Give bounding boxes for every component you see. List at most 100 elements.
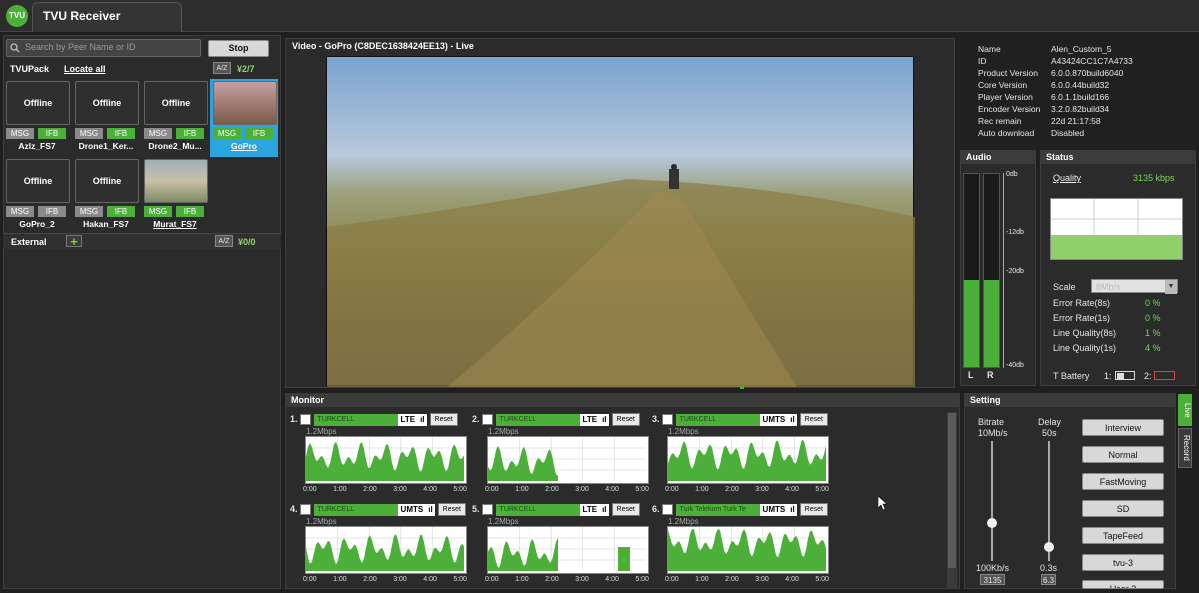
modem-enable-checkbox[interactable] <box>300 504 312 515</box>
bitrate-slider-handle[interactable] <box>987 517 997 528</box>
modem-enable-checkbox[interactable] <box>662 414 674 425</box>
network-type: UMTS <box>397 503 427 516</box>
time-tick: 4:00 <box>423 576 437 583</box>
sort-az-button[interactable]: A/Z <box>213 62 231 74</box>
time-axis: 0:00 1:00 2:00 3:00 4:00 5:00 <box>665 486 829 493</box>
msg-button[interactable]: MSG <box>75 206 103 217</box>
modem-bandwidth-graph <box>667 436 829 484</box>
bandwidth-bars <box>668 437 826 481</box>
peer-name: GoPro <box>231 141 257 151</box>
peer-tile[interactable]: Offline MSG IFB Drone2_Mu... <box>144 81 208 151</box>
preset-tapefeed-button[interactable]: TapeFeed <box>1082 527 1164 544</box>
ifb-button[interactable]: IFB <box>176 128 204 139</box>
delay-value[interactable]: 6.3 <box>1041 574 1056 585</box>
msg-button[interactable]: MSG <box>75 128 103 139</box>
ifb-button[interactable]: IFB <box>107 206 135 217</box>
time-tick: 0:00 <box>665 576 679 583</box>
time-tick: 1:00 <box>695 576 709 583</box>
network-type: UMTS <box>759 503 789 516</box>
status-header: Status <box>1040 150 1196 164</box>
info-list: Name Alen_Custom_5 ID A43424CC1C7A4733 Pro… <box>978 43 1193 139</box>
time-tick: 2:00 <box>545 486 559 493</box>
preset-sd-button[interactable]: SD <box>1082 500 1164 517</box>
signal-bars-icon: ıl <box>426 503 435 516</box>
peer-tile[interactable]: MSG IFB Murat_FS7 <box>144 159 208 229</box>
time-tick: 3:00 <box>755 486 769 493</box>
ifb-button[interactable]: IFB <box>38 206 66 217</box>
msg-button[interactable]: MSG <box>144 206 172 217</box>
peer-tile[interactable]: Offline MSG IFB Azlz_FS7 <box>6 81 70 151</box>
video-header: Video - GoPro (C8DEC1638424EE13) - Live <box>292 41 474 51</box>
preset-normal-button[interactable]: Normal <box>1082 446 1164 463</box>
bandwidth-bars <box>306 437 464 481</box>
msg-button[interactable]: MSG <box>6 128 34 139</box>
msg-button[interactable]: MSG <box>6 206 34 217</box>
modem-enable-checkbox[interactable] <box>482 504 494 515</box>
quality-fill <box>1051 235 1182 259</box>
tab-record[interactable]: Record <box>1178 428 1192 468</box>
time-tick: 4:00 <box>605 486 619 493</box>
external-label: External <box>11 237 47 247</box>
reset-button[interactable]: Reset <box>799 413 828 426</box>
battery1-label: 1: <box>1104 371 1112 381</box>
bitrate-slider-track[interactable] <box>991 441 993 561</box>
modem-enable-checkbox[interactable] <box>662 504 674 515</box>
ifb-button[interactable]: IFB <box>176 206 204 217</box>
preset-user2-button[interactable]: User 2 <box>1082 580 1164 589</box>
reset-button[interactable]: Reset <box>437 503 466 516</box>
search-input[interactable]: Search by Peer Name or ID <box>6 39 201 57</box>
quality-label[interactable]: Quality <box>1053 173 1081 183</box>
bitrate-max: 10Mb/s <box>978 428 1008 438</box>
time-axis: 0:00 1:00 2:00 3:00 4:00 5:00 <box>303 576 467 583</box>
msg-button[interactable]: MSG <box>144 128 172 139</box>
reset-button[interactable]: Reset <box>611 413 640 426</box>
ifb-button[interactable]: IFB <box>245 128 273 139</box>
peer-tile[interactable]: MSG IFB GoPro <box>213 81 277 151</box>
scrollbar-thumb[interactable] <box>948 413 956 568</box>
tvu-logo-icon: TVU <box>6 5 28 27</box>
audio-scale-40: -40db <box>1006 362 1024 369</box>
time-tick: 4:00 <box>785 486 799 493</box>
time-tick: 5:00 <box>815 576 829 583</box>
bitrate-value[interactable]: 3135 <box>980 574 1005 585</box>
peer-tile[interactable]: Offline MSG IFB GoPro_2 <box>6 159 70 229</box>
time-tick: 4:00 <box>605 576 619 583</box>
video-player[interactable] <box>326 56 915 387</box>
signal-bars-icon: ıl <box>788 503 797 516</box>
reset-button[interactable]: Reset <box>799 503 828 516</box>
ifb-button[interactable]: IFB <box>107 128 135 139</box>
audio-header: Audio <box>960 150 1036 164</box>
audio-scale-20: -20db <box>1006 268 1024 275</box>
delay-slider-handle[interactable] <box>1044 541 1054 552</box>
preset-fastmoving-button[interactable]: FastMoving <box>1082 473 1164 490</box>
reset-button[interactable]: Reset <box>611 503 640 516</box>
modem-rate-label: 1.2Mbps <box>488 427 519 436</box>
modem-enable-checkbox[interactable] <box>300 414 312 425</box>
peer-tile[interactable]: Offline MSG IFB Hakan_FS7 <box>75 159 139 229</box>
add-external-icon[interactable]: + <box>66 235 82 248</box>
modem-enable-checkbox[interactable] <box>482 414 494 425</box>
ifb-button[interactable]: IFB <box>38 128 66 139</box>
locate-all-link[interactable]: Locate all <box>64 64 106 74</box>
scale-select[interactable]: 8Mb/s ▼ <box>1091 279 1178 294</box>
reset-button[interactable]: Reset <box>429 413 458 426</box>
external-sort-button[interactable]: A/Z <box>215 235 233 247</box>
video-frame <box>327 164 915 387</box>
bandwidth-bars <box>488 437 646 481</box>
info-label: Rec remain <box>978 116 1022 126</box>
peer-tile[interactable]: Offline MSG IFB Drone1_Ker... <box>75 81 139 151</box>
tab-live[interactable]: Live <box>1178 394 1192 426</box>
stop-button[interactable]: Stop <box>208 40 269 57</box>
msg-button[interactable]: MSG <box>213 128 241 139</box>
preset-interview-button[interactable]: Interview <box>1082 419 1164 436</box>
modem-monitor: 1. TURKCELL LTE ıl Reset 1.2Mbps 0:00 1:00 2:00… <box>290 413 467 503</box>
metric-value: 0 % <box>1145 313 1161 323</box>
external-count: ¥0/0 <box>238 237 256 247</box>
monitor-scrollbar[interactable] <box>947 412 957 589</box>
scale-label: Scale <box>1053 282 1076 292</box>
audio-left-label: L <box>968 370 974 380</box>
network-type: UMTS <box>759 413 789 426</box>
app-tab[interactable]: TVU Receiver <box>32 2 182 32</box>
video-resize-handle[interactable] <box>740 386 744 389</box>
preset-tvu3-button[interactable]: tvu-3 <box>1082 554 1164 571</box>
